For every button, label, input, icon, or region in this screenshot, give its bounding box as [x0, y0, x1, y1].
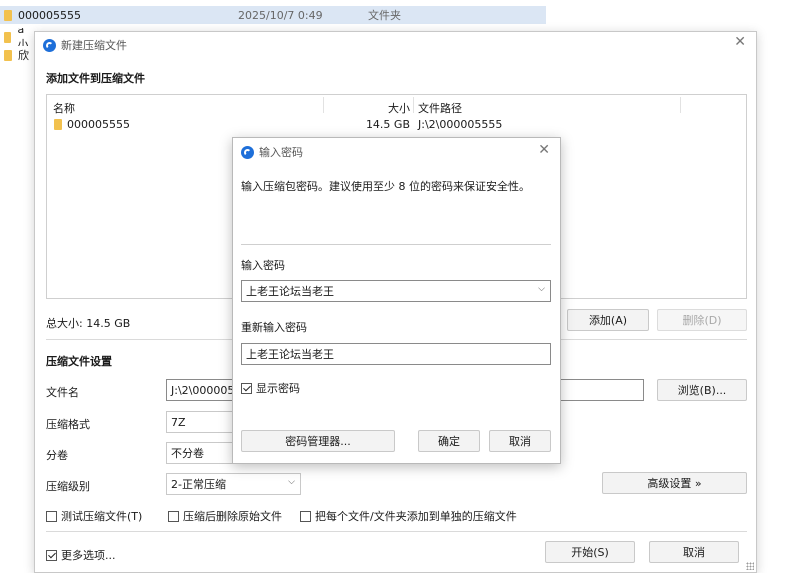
format-value: 7Z — [171, 415, 186, 429]
checkbox[interactable] — [168, 511, 179, 522]
level-label: 压缩级别 — [46, 480, 90, 493]
checkbox[interactable] — [46, 511, 57, 522]
show-password-toggle[interactable]: 显示密码 — [241, 380, 300, 396]
cancel-button[interactable]: 取消 — [649, 541, 739, 563]
advanced-settings-button[interactable]: 高级设置 » — [602, 472, 747, 494]
level-value: 2-正常压缩 — [171, 478, 226, 491]
settings-title: 压缩文件设置 — [46, 355, 112, 368]
more-options-label: 更多选项... — [61, 549, 116, 562]
folder-icon — [54, 119, 62, 130]
checkbox[interactable] — [300, 511, 311, 522]
bg-file-name: 欣 — [18, 49, 29, 62]
more-options-toggle[interactable]: 更多选项... — [46, 547, 116, 563]
password-manager-button[interactable]: 密码管理器... — [241, 430, 395, 452]
dialog-cancel-button[interactable]: 取消 — [489, 430, 551, 452]
delete-original-label: 压缩后删除原始文件 — [183, 510, 282, 523]
window-title: 新建压缩文件 — [61, 39, 127, 52]
table-row[interactable]: 000005555 14.5 GB J:\2\000005555 — [47, 117, 746, 133]
section-add-title: 添加文件到压缩文件 — [46, 72, 145, 85]
dialog-titlebar: 输入密码 — [241, 144, 303, 160]
delete-original-option[interactable]: 压缩后删除原始文件 — [168, 508, 282, 524]
window-close-icon[interactable]: ✕ — [734, 34, 746, 50]
divider — [241, 244, 551, 245]
level-select[interactable]: 2-正常压缩 ⌵ — [166, 473, 301, 495]
row-name: 000005555 — [67, 118, 130, 131]
delete-button[interactable]: 删除(D) — [657, 309, 747, 331]
filename-label: 文件名 — [46, 386, 79, 399]
chevron-down-icon[interactable]: ⌵ — [538, 284, 545, 294]
dialog-title: 输入密码 — [259, 146, 303, 159]
col-header-name[interactable]: 名称 — [53, 100, 75, 116]
volume-value: 不分卷 — [171, 447, 204, 460]
col-divider — [323, 97, 324, 113]
separate-archive-option[interactable]: 把每个文件/文件夹添加到单独的压缩文件 — [300, 508, 517, 524]
col-divider — [413, 97, 414, 113]
row-path: J:\2\000005555 — [418, 118, 503, 131]
password-input[interactable]: 上老王论坛当老王 ⌵ — [241, 280, 551, 302]
app-logo-icon — [241, 145, 254, 159]
app-logo-icon — [43, 38, 56, 52]
dialog-ok-button[interactable]: 确定 — [418, 430, 480, 452]
separate-archive-label: 把每个文件/文件夹添加到单独的压缩文件 — [315, 510, 517, 523]
dialog-description: 输入压缩包密码。建议使用至少 8 位的密码来保证安全性。 — [241, 180, 530, 193]
format-label: 压缩格式 — [46, 418, 90, 431]
bg-file-type: 文件夹 — [368, 9, 401, 22]
enter-password-label: 输入密码 — [241, 259, 285, 272]
row-size: 14.5 GB — [365, 118, 410, 131]
bg-file-date: 2025/10/7 0:49 — [238, 8, 323, 22]
volume-label: 分卷 — [46, 449, 68, 462]
col-header-size[interactable]: 大小 — [385, 100, 410, 116]
checkbox-checked[interactable] — [241, 383, 252, 394]
bg-file-name: a小 — [17, 28, 29, 46]
password-dialog: 输入密码 ✕ 输入压缩包密码。建议使用至少 8 位的密码来保证安全性。 输入密码… — [232, 137, 561, 464]
divider — [46, 531, 747, 532]
test-archive-label: 测试压缩文件(T) — [61, 510, 143, 523]
bg-file-row[interactable]: a小 — [0, 28, 34, 46]
reenter-password-label: 重新输入密码 — [241, 321, 307, 334]
browse-button[interactable]: 浏览(B)... — [657, 379, 747, 401]
reenter-password-input[interactable]: 上老王论坛当老王 — [241, 343, 551, 365]
show-password-label: 显示密码 — [256, 382, 300, 395]
start-button[interactable]: 开始(S) — [545, 541, 635, 563]
window-titlebar: 新建压缩文件 — [43, 37, 127, 53]
col-divider — [680, 97, 681, 113]
folder-icon — [4, 31, 12, 43]
folder-icon — [4, 9, 12, 21]
add-button[interactable]: 添加(A) — [567, 309, 649, 331]
test-archive-option[interactable]: 测试压缩文件(T) — [46, 508, 142, 524]
checkbox-checked[interactable] — [46, 550, 57, 561]
col-header-path[interactable]: 文件路径 — [418, 100, 462, 116]
folder-icon — [4, 49, 12, 61]
bg-file-row[interactable]: 欣 — [0, 46, 34, 64]
resize-grip-icon[interactable] — [746, 562, 754, 570]
total-size: 总大小: 14.5 GB — [46, 317, 131, 330]
dialog-close-icon[interactable]: ✕ — [538, 142, 550, 158]
bg-file-name: 000005555 — [18, 8, 81, 22]
bg-file-row[interactable]: 000005555 2025/10/7 0:49 文件夹 — [0, 6, 546, 24]
password-value: 上老王论坛当老王 — [246, 285, 334, 298]
chevron-down-icon: ⌵ — [288, 477, 295, 487]
